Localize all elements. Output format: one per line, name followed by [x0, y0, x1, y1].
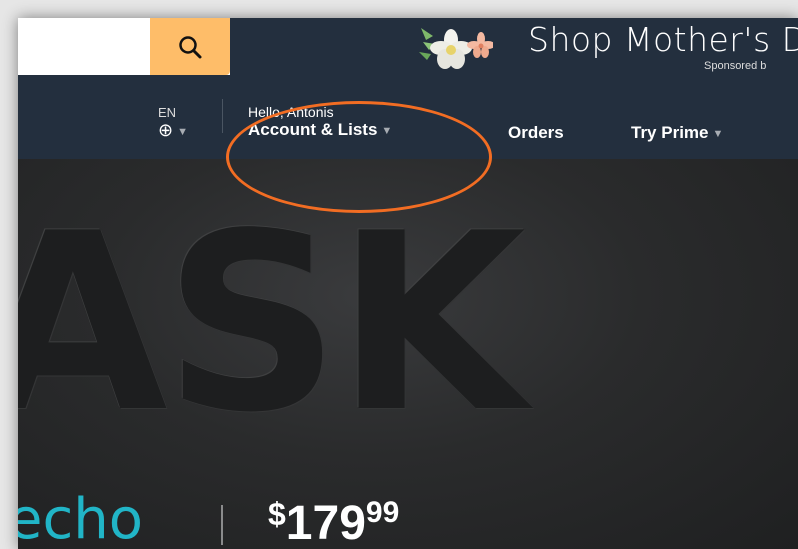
- try-prime-menu[interactable]: Try Prime ▼: [631, 123, 723, 143]
- search-icon: [179, 35, 202, 58]
- orders-link[interactable]: Orders: [508, 123, 564, 143]
- flower-promo-image: [419, 28, 493, 69]
- price-whole: 179: [285, 497, 366, 549]
- greeting-text: Hello, Antonis: [248, 104, 334, 120]
- hero-headline: ASK: [18, 181, 526, 466]
- chevron-down-icon: ▼: [381, 124, 393, 137]
- chevron-down-icon: ▼: [712, 127, 724, 140]
- account-lists-label: Account & Lists: [248, 120, 378, 139]
- promo-sponsored-label: Sponsored b: [704, 60, 767, 72]
- try-prime-label: Try Prime: [631, 123, 709, 142]
- account-lists-menu[interactable]: Hello, Antonis Account & Lists ▼: [248, 105, 392, 140]
- language-code: EN: [158, 105, 177, 120]
- price-symbol: $: [268, 496, 286, 532]
- nav-divider: [222, 99, 223, 133]
- globe-icon: ⊕: [158, 120, 174, 140]
- search-button[interactable]: [150, 18, 230, 75]
- hero-separator: [221, 505, 223, 545]
- nav-bar: EN ⊕ ▼ Hello, Antonis Account & Lists ▼ Or…: [18, 75, 798, 159]
- hero-banner[interactable]: ASK echo $17999: [18, 159, 798, 549]
- promo-headline[interactable]: Shop Mother's D: [528, 20, 798, 59]
- language-selector[interactable]: EN ⊕ ▼: [158, 105, 188, 141]
- hero-price: $17999: [268, 496, 399, 549]
- echo-logo: echo: [18, 487, 143, 549]
- price-cents: 99: [365, 496, 400, 529]
- browser-frame: Shop Mother's D Sponsored b EN ⊕ ▼ Hello,…: [18, 18, 798, 549]
- chevron-down-icon: ▼: [177, 125, 188, 138]
